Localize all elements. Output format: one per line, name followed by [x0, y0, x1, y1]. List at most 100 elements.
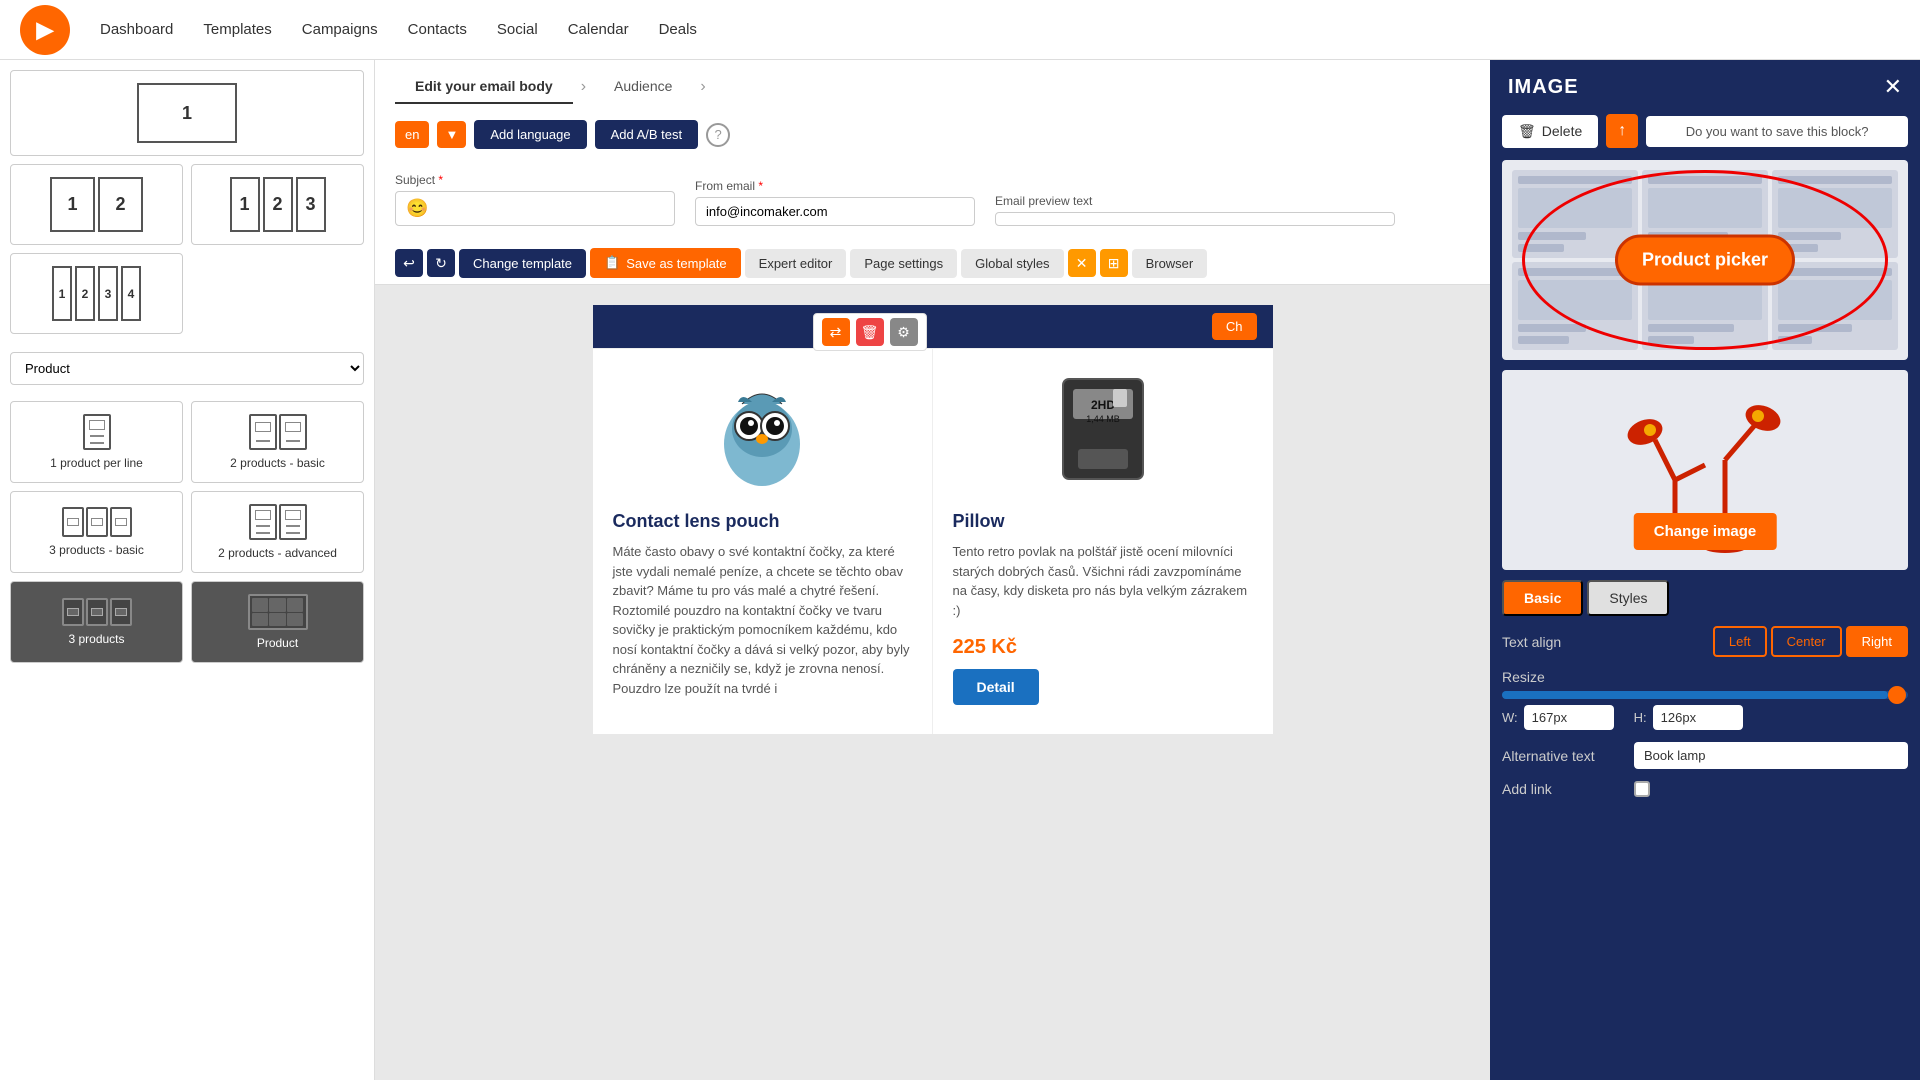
align-left-button[interactable]: Left: [1713, 626, 1767, 657]
change-image-button[interactable]: Change image: [1634, 513, 1777, 550]
nav-calendar[interactable]: Calendar: [568, 21, 629, 38]
product-item-4-label: 2 products - advanced: [218, 546, 337, 560]
detail-button[interactable]: Detail: [953, 669, 1039, 705]
block-settings-button[interactable]: ⚙: [890, 318, 918, 346]
book-lamp-area: Change image: [1502, 370, 1908, 570]
template-1-col[interactable]: 1: [10, 70, 364, 156]
subject-input[interactable]: 😊: [395, 191, 675, 226]
add-language-button[interactable]: Add language: [474, 120, 586, 149]
redo-button[interactable]: ↻: [427, 249, 455, 277]
floating-toolbar: ⇄ 🗑 ⚙: [813, 313, 927, 351]
tab-separator-arrow: ›: [573, 70, 594, 104]
rp-upload-button[interactable]: ↑: [1606, 114, 1638, 148]
save-as-template-button[interactable]: 📋 Save as template: [590, 248, 741, 278]
nav-campaigns[interactable]: Campaigns: [302, 21, 378, 38]
rp-close-button[interactable]: ✕: [1884, 74, 1902, 100]
tab-edit-email-body[interactable]: Edit your email body: [395, 70, 573, 104]
product-item-1[interactable]: 1 product per line: [10, 401, 183, 483]
email-change-button[interactable]: Ch: [1212, 313, 1257, 340]
editor-tabs: Edit your email body › Audience ›: [395, 70, 1470, 104]
email-preview-input[interactable]: [995, 212, 1395, 226]
height-input[interactable]: [1653, 705, 1743, 730]
rp-action-bar: 🗑 Delete ↑ Do you want to save this bloc…: [1490, 114, 1920, 160]
align-right-button[interactable]: Right: [1846, 626, 1908, 657]
product-item-3-label: 3 products - basic: [49, 543, 144, 557]
hdd-icon: 2HD 1,44 MB: [1053, 374, 1153, 494]
from-email-label: From email *: [695, 179, 975, 193]
template-4d-box: 4: [121, 266, 141, 321]
product-item-5[interactable]: 3 products: [10, 581, 183, 663]
nav-deals[interactable]: Deals: [659, 21, 697, 38]
align-buttons-group: Left Center Right: [1713, 626, 1908, 657]
language-button[interactable]: en: [395, 121, 429, 148]
browser-button[interactable]: Browser: [1132, 249, 1208, 278]
rp-tabs: Basic Styles: [1490, 580, 1920, 626]
tab-basic[interactable]: Basic: [1502, 580, 1583, 616]
height-input-group: H:: [1634, 705, 1743, 730]
product-5-icon: [62, 598, 132, 626]
template-3a-box: 1: [230, 177, 260, 232]
expert-editor-button[interactable]: Expert editor: [745, 249, 847, 278]
resize-slider-thumb: [1888, 686, 1906, 704]
main-container: 1 1 2 1: [0, 60, 1920, 1080]
grid-icon-btn[interactable]: ✕: [1068, 249, 1096, 277]
template-2-col[interactable]: 1 2: [10, 164, 183, 245]
add-ab-test-button[interactable]: Add A/B test: [595, 120, 699, 149]
product-item-5-label: 3 products: [68, 632, 124, 646]
nav-dashboard[interactable]: Dashboard: [100, 21, 173, 38]
left-panel: 1 1 2 1: [0, 60, 375, 1080]
nav-templates[interactable]: Templates: [203, 21, 271, 38]
template-2a-box: 1: [50, 177, 95, 232]
template-4-col[interactable]: 1 2 3 4: [10, 253, 183, 334]
add-link-checkbox[interactable]: [1634, 781, 1650, 797]
alt-text-input[interactable]: [1634, 742, 1908, 769]
product-item-6[interactable]: Product: [191, 581, 364, 663]
width-input[interactable]: [1524, 705, 1614, 730]
resize-slider[interactable]: [1502, 691, 1908, 699]
template-3-col[interactable]: 1 2 3: [191, 164, 364, 245]
template-4c-box: 3: [98, 266, 118, 321]
block-delete-button[interactable]: 🗑: [856, 318, 884, 346]
template-grid: 1 1 2 1: [0, 60, 374, 344]
resize-row: Resize W: H:: [1502, 669, 1908, 730]
nav-social[interactable]: Social: [497, 21, 538, 38]
template-4b-box: 2: [75, 266, 95, 321]
product-2-name: Pillow: [953, 511, 1253, 532]
product-item-3[interactable]: 3 products - basic: [10, 491, 183, 573]
page-settings-button[interactable]: Page settings: [850, 249, 957, 278]
top-navigation: ▶ Dashboard Templates Campaigns Contacts…: [0, 0, 1920, 60]
product-2-image: 2HD 1,44 MB: [953, 369, 1253, 499]
text-align-row: Text align Left Center Right: [1502, 626, 1908, 657]
language-dropdown[interactable]: ▼: [437, 121, 466, 148]
product-3-icon: [62, 507, 132, 537]
help-icon[interactable]: ?: [706, 123, 730, 147]
controls-row: en ▼ Add language Add A/B test ?: [395, 112, 1470, 157]
global-styles-button[interactable]: Global styles: [961, 249, 1063, 278]
align-center-button[interactable]: Center: [1771, 626, 1842, 657]
editor-header: Edit your email body › Audience › en ▼ A…: [375, 60, 1490, 285]
undo-button[interactable]: ↩: [395, 249, 423, 277]
product-type-select[interactable]: Product Service Category: [10, 352, 364, 385]
tab-audience[interactable]: Audience: [594, 70, 692, 104]
product-2-price: 225 Kč: [953, 636, 1253, 659]
product-item-4[interactable]: 2 products - advanced: [191, 491, 364, 573]
rp-delete-button[interactable]: 🗑 Delete: [1502, 115, 1598, 148]
save-icon: 📋: [604, 255, 620, 271]
template-3b-box: 2: [263, 177, 293, 232]
product-item-2[interactable]: 2 products - basic: [191, 401, 364, 483]
from-email-input[interactable]: info@incomaker.com: [695, 197, 975, 226]
from-email-field-group: From email * info@incomaker.com: [695, 179, 975, 226]
block-move-button[interactable]: ⇄: [822, 318, 850, 346]
logo-icon: ▶: [37, 17, 54, 43]
product-picker-button[interactable]: Product picker: [1615, 235, 1795, 286]
product-items-grid: 1 product per line 2 products - basic 3 …: [0, 393, 374, 671]
tab-styles[interactable]: Styles: [1587, 580, 1669, 616]
layout-icon-btn[interactable]: ⊞: [1100, 249, 1128, 277]
delete-icon: 🗑: [1518, 123, 1536, 140]
alt-text-row: Alternative text: [1502, 742, 1908, 769]
nav-contacts[interactable]: Contacts: [408, 21, 467, 38]
rp-header: IMAGE ✕: [1490, 60, 1920, 114]
email-header-bar: Ch: [593, 305, 1273, 348]
change-template-button[interactable]: Change template: [459, 249, 586, 278]
template-3c-box: 3: [296, 177, 326, 232]
